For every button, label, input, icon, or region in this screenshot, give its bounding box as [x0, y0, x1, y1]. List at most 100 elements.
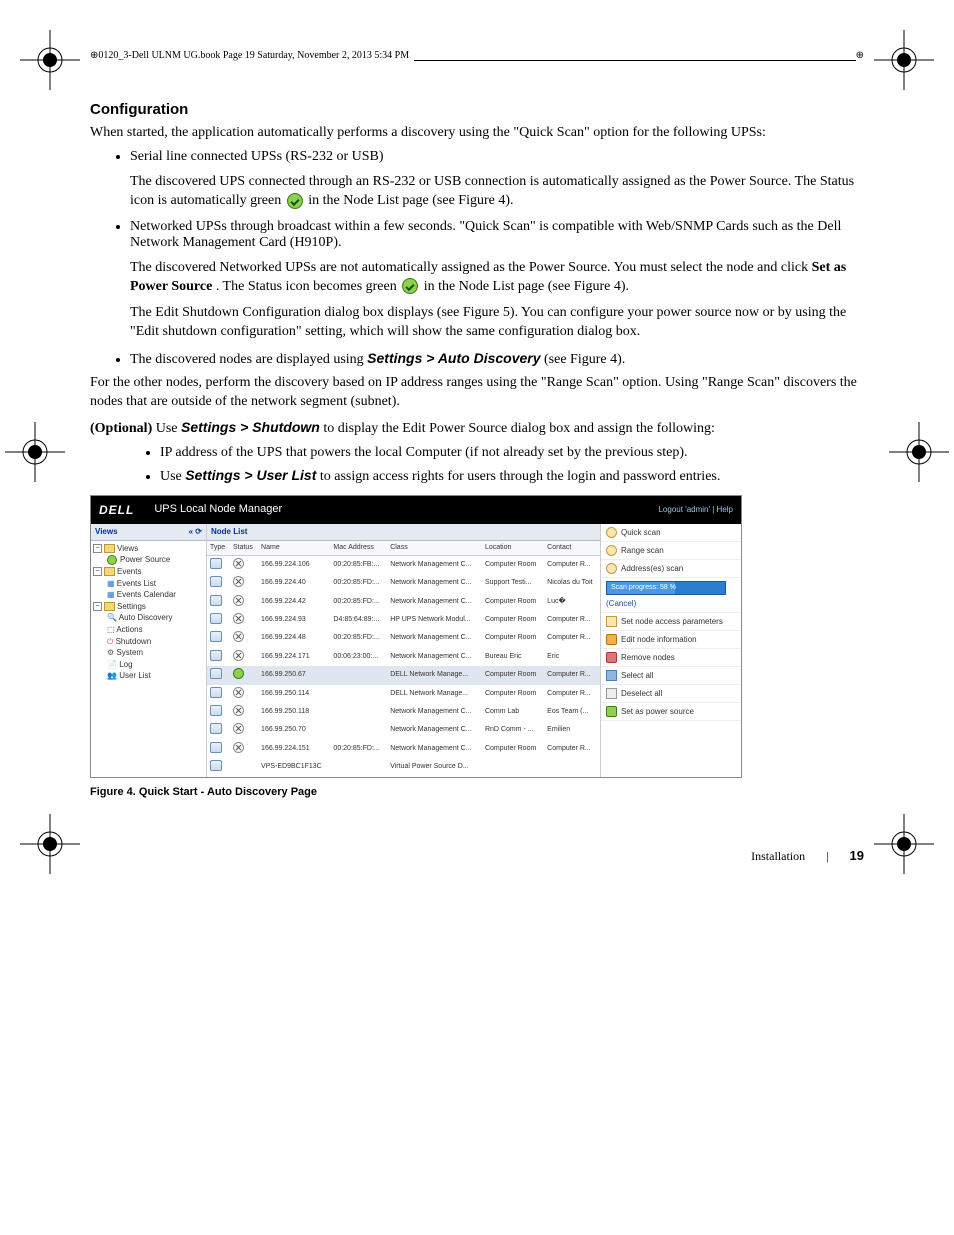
table-row[interactable]: 166.99.250.118Network Management C...Com…: [207, 703, 600, 721]
menu-path: Settings > Auto Discovery: [367, 350, 540, 366]
tree-user-list[interactable]: 👥 User List: [107, 670, 204, 682]
header-links[interactable]: Logout 'admin' | Help: [658, 505, 733, 515]
range-scan-action[interactable]: Range scan: [601, 542, 741, 560]
set-params-action[interactable]: Set node access parameters: [601, 613, 741, 631]
column-header[interactable]: Mac Address: [330, 541, 387, 556]
figure-screenshot: DELL UPS Local Node Manager Logout 'admi…: [90, 495, 742, 778]
tree-actions[interactable]: ⬚ Actions: [107, 624, 204, 636]
device-icon: [210, 687, 222, 698]
address-scan-action[interactable]: Address(es) scan: [601, 560, 741, 578]
tree-power-source[interactable]: Power Source: [107, 554, 204, 566]
body-text: When started, the application automatica…: [90, 124, 864, 143]
device-icon: [210, 650, 222, 661]
device-icon: [210, 613, 222, 624]
tree-views[interactable]: −Views: [93, 543, 204, 555]
status-unknown-icon: [233, 687, 244, 698]
status-unknown-icon: [233, 576, 244, 587]
list-item: Serial line connected UPSs (RS-232 or US…: [130, 149, 864, 211]
search-icon: [606, 527, 617, 538]
column-header[interactable]: Location: [482, 541, 544, 556]
table-row[interactable]: 166.99.224.4000:20:85:FD:...Network Mana…: [207, 574, 600, 592]
node-table: TypeStatusNameMac AddressClassLocationCo…: [207, 541, 600, 777]
search-icon: [606, 563, 617, 574]
app-header: DELL UPS Local Node Manager Logout 'admi…: [91, 496, 741, 524]
device-icon: [210, 742, 222, 753]
footer-section: Installation: [751, 849, 805, 863]
column-header[interactable]: Class: [387, 541, 482, 556]
body-text: The Edit Shutdown Configuration dialog b…: [130, 304, 864, 342]
search-icon: [606, 545, 617, 556]
tree-events-list[interactable]: ▦ Events List: [107, 578, 204, 590]
deselect-icon: [606, 688, 617, 699]
status-unknown-icon: [233, 613, 244, 624]
device-icon: [210, 723, 222, 734]
device-icon: [210, 631, 222, 642]
column-header[interactable]: Contact: [544, 541, 600, 556]
running-header-text: 0120_3-Dell ULNM UG.book Page 19 Saturda…: [98, 50, 409, 61]
table-row[interactable]: 166.99.224.4200:20:85:FD:...Network Mana…: [207, 593, 600, 611]
quick-scan-action[interactable]: Quick scan: [601, 524, 741, 542]
select-all-icon: [606, 670, 617, 681]
body-text: The discovered Networked UPSs are not au…: [130, 260, 812, 275]
cancel-link[interactable]: (Cancel): [606, 599, 636, 609]
nodelist-title: Node List: [207, 524, 600, 541]
column-header[interactable]: Status: [230, 541, 258, 556]
device-icon: [210, 558, 222, 569]
page-footer: Installation | 19: [90, 848, 864, 864]
table-row[interactable]: 166.99.224.93D4:85:64:89:...HP UPS Netwo…: [207, 611, 600, 629]
body-text: (see Figure 4).: [544, 352, 625, 367]
table-row[interactable]: VPS-ED9BC1F13CVirtual Power Source D...: [207, 758, 600, 776]
list-item: IP address of the UPS that powers the lo…: [160, 445, 864, 461]
body-text: in the Node List page (see Figure 4).: [308, 193, 513, 208]
body-text: in the Node List page (see Figure 4).: [424, 279, 629, 294]
body-text: to display the Edit Power Source dialog …: [323, 421, 715, 436]
list-item: The discovered nodes are displayed using…: [130, 350, 864, 368]
key-icon: [606, 616, 617, 627]
column-header[interactable]: Type: [207, 541, 230, 556]
status-unknown-icon: [233, 558, 244, 569]
menu-path: Settings > Shutdown: [181, 419, 320, 435]
table-row[interactable]: 166.99.224.10600:20:85:FB:...Network Man…: [207, 555, 600, 574]
tree-shutdown[interactable]: ⏻ Shutdown: [107, 636, 204, 648]
body-text: For the other nodes, perform the discove…: [90, 374, 864, 412]
set-power-action[interactable]: Set as power source: [601, 703, 741, 721]
dell-logo: DELL: [99, 503, 134, 517]
tree-log[interactable]: 📄 Log: [107, 659, 204, 671]
status-unknown-icon: [233, 595, 244, 606]
remove-icon: [606, 652, 617, 663]
vps-icon: [210, 760, 222, 771]
tree-auto-discovery[interactable]: 🔍 Auto Discovery: [107, 612, 204, 624]
table-row[interactable]: 166.99.224.4800:20:85:FD:...Network Mana…: [207, 629, 600, 647]
remove-action[interactable]: Remove nodes: [601, 649, 741, 667]
list-item: Networked UPSs through broadcast within …: [130, 219, 864, 343]
bullet-title: Networked UPSs through broadcast within …: [130, 219, 841, 250]
tree-events-calendar[interactable]: ▦ Events Calendar: [107, 589, 204, 601]
device-icon: [210, 576, 222, 587]
status-ok-icon: [402, 278, 418, 294]
book-icon: ⊕: [90, 50, 98, 61]
tree-system[interactable]: ⚙ System: [107, 647, 204, 659]
book-icon: ⊕: [856, 50, 864, 61]
main-panel: Node List TypeStatusNameMac AddressClass…: [207, 524, 601, 777]
status-unknown-icon: [233, 631, 244, 642]
column-header[interactable]: Name: [258, 541, 330, 556]
table-row[interactable]: 166.99.250.70Network Management C...RnD …: [207, 721, 600, 739]
tree-settings[interactable]: −Settings: [93, 601, 204, 613]
collapse-icon[interactable]: « ⟳: [189, 527, 202, 537]
sidebar: Views « ⟳ −Views Power Source −Events ▦ …: [91, 524, 207, 777]
body-text: IP address of the UPS that powers the lo…: [160, 445, 687, 460]
edit-info-action[interactable]: Edit node information: [601, 631, 741, 649]
table-row[interactable]: 166.99.224.15100:20:85:FD:...Network Man…: [207, 740, 600, 758]
bold-text: (Optional): [90, 421, 152, 436]
select-all-action[interactable]: Select all: [601, 667, 741, 685]
actions-panel: Quick scan Range scan Address(es) scan S…: [601, 524, 741, 777]
tree-events[interactable]: −Events: [93, 566, 204, 578]
table-row[interactable]: 166.99.250.114DELL Network Manage...Comp…: [207, 685, 600, 703]
figure-caption: Figure 4. Quick Start - Auto Discovery P…: [90, 786, 864, 798]
bullet-title: Serial line connected UPSs (RS-232 or US…: [130, 149, 384, 164]
table-row[interactable]: 166.99.250.67DELL Network Manage...Compu…: [207, 666, 600, 684]
running-header: ⊕ 0120_3-Dell ULNM UG.book Page 19 Satur…: [90, 50, 864, 61]
device-icon: [210, 705, 222, 716]
deselect-all-action[interactable]: Deselect all: [601, 685, 741, 703]
table-row[interactable]: 166.99.224.17100:06:23:00:...Network Man…: [207, 648, 600, 666]
